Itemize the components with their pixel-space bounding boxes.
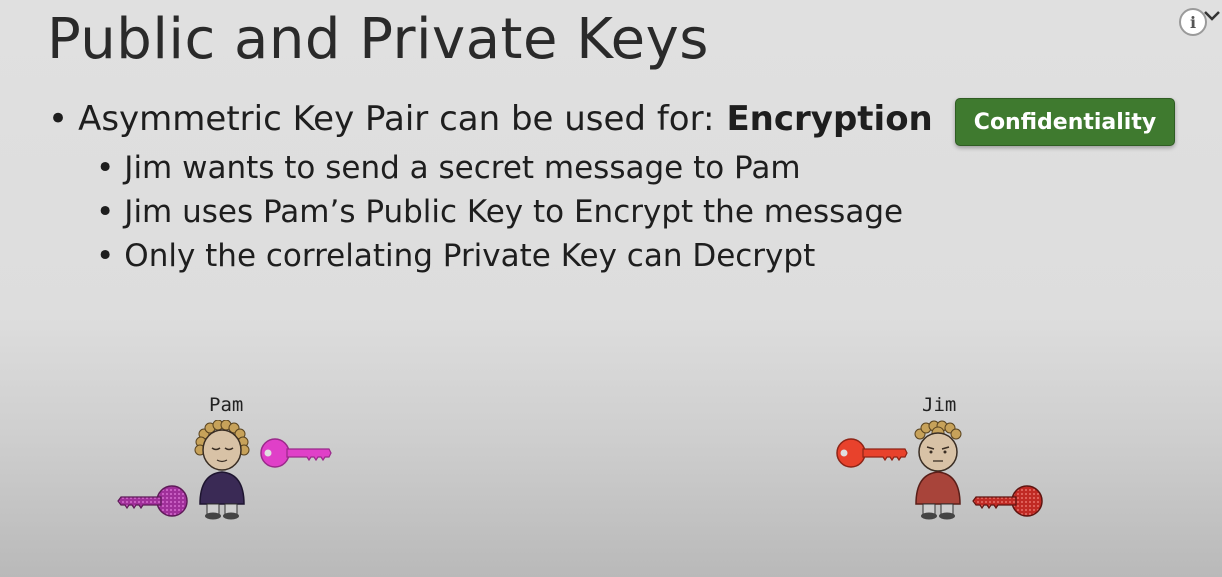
- chevron-down-icon[interactable]: [1202, 6, 1222, 26]
- bullet-dot: •: [96, 238, 115, 274]
- bullet-main-bold: Encryption: [726, 99, 933, 139]
- pam-private-key-icon: [117, 485, 188, 517]
- bullet-dot: •: [48, 99, 69, 139]
- jim-private-key-icon: [972, 485, 1043, 517]
- info-icon: i: [1189, 12, 1197, 32]
- sub-bullet-text: Jim wants to send a secret message to Pa…: [124, 150, 801, 186]
- sub-bullet-list: • Jim wants to send a secret message to P…: [96, 146, 903, 278]
- pam-public-key-icon: [260, 438, 332, 468]
- confidentiality-badge: Confidentiality: [955, 98, 1175, 146]
- sub-bullet-text: Jim uses Pam’s Public Key to Encrypt the…: [124, 194, 904, 230]
- bullet-main-text: Asymmetric Key Pair can be used for:: [78, 99, 715, 139]
- jim-avatar: [914, 420, 962, 520]
- slide-title: Public and Private Keys: [47, 7, 709, 72]
- sub-bullet: • Jim wants to send a secret message to P…: [96, 146, 903, 190]
- sub-bullet: • Only the correlating Private Key can De…: [96, 234, 903, 278]
- sub-bullet-text: Only the correlating Private Key can Dec…: [124, 238, 816, 274]
- pam-avatar: [194, 420, 250, 520]
- bullet-main: • Asymmetric Key Pair can be used for: Enc…: [48, 99, 933, 140]
- jim-label: Jim: [922, 394, 957, 416]
- pam-label: Pam: [209, 394, 244, 416]
- bullet-dot: •: [96, 194, 115, 230]
- sub-bullet: • Jim uses Pam’s Public Key to Encrypt th…: [96, 190, 903, 234]
- jim-public-key-icon: [836, 438, 908, 468]
- bullet-dot: •: [96, 150, 115, 186]
